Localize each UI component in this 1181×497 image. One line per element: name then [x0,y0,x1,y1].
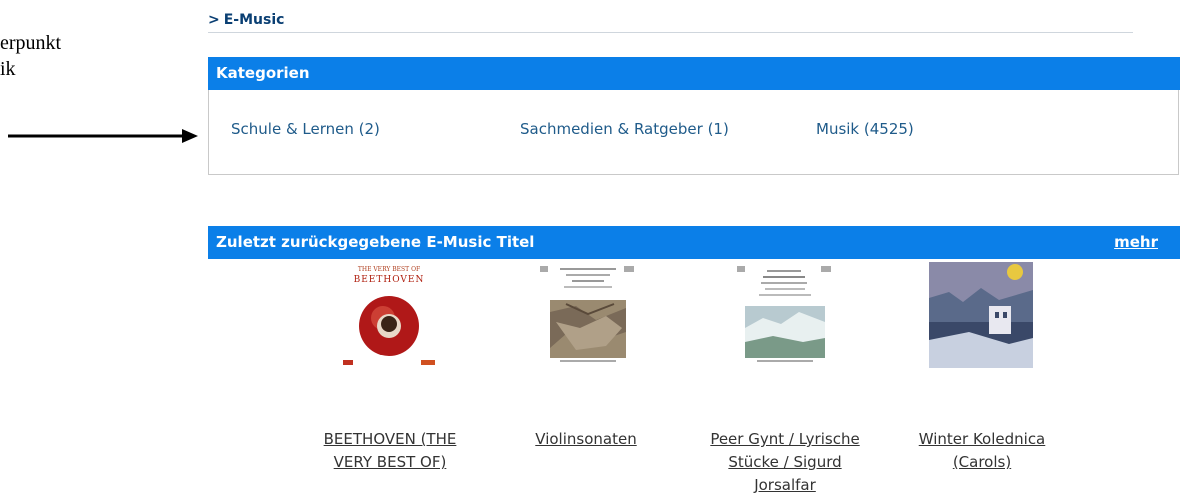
categories-heading: Kategorien [216,64,310,82]
category-link-musik[interactable]: Musik (4525) [816,120,914,138]
title-line: BEETHOVEN (THE [323,430,457,448]
album-cover-beethoven[interactable]: THE VERY BEST OF BEETHOVEN [337,262,441,368]
title-line: VERY BEST OF) [333,453,447,471]
album-title-beethoven[interactable]: BEETHOVEN (THE VERY BEST OF) [300,428,480,474]
recent-titles-header: Zuletzt zurückgegebene E-Music Titel meh… [208,226,1180,259]
annotation-text: erpunkt ik [0,32,62,80]
title-line: Stücke / Sigurd [728,453,842,471]
more-link[interactable]: mehr [1114,226,1158,259]
category-link-sachmedien[interactable]: Sachmedien & Ratgeber (1) [520,120,729,138]
breadcrumb: > E-Music [208,10,1133,33]
title-line: Peer Gynt / Lyrische [710,430,860,448]
categories-header: Kategorien [208,57,1180,90]
album-title-winter-kolednica[interactable]: Winter Kolednica (Carols) [892,428,1072,474]
chevron-right-icon: > [208,12,220,28]
title-line: (Carols) [952,453,1012,471]
album-cover-winter-kolednica[interactable] [929,262,1033,368]
cover-caption: THE VERY BEST OF [358,266,420,273]
cover-name: BEETHOVEN [354,275,425,285]
album-title-violinsonaten[interactable]: Violinsonaten [496,428,676,451]
album-title-peer-gynt[interactable]: Peer Gynt / Lyrische Stücke / Sigurd Jor… [695,428,875,497]
album-cover-violinsonaten[interactable] [536,262,640,368]
breadcrumb-label[interactable]: E-Music [224,12,285,28]
title-line: Jorsalfar [754,476,816,494]
title-line: Winter Kolednica [918,430,1046,448]
album-cover-peer-gynt[interactable] [733,262,837,368]
title-line: Violinsonaten [535,430,637,448]
recent-titles-heading: Zuletzt zurückgegebene E-Music Titel [216,233,535,251]
arrow-right-icon [8,129,198,143]
category-link-schule[interactable]: Schule & Lernen (2) [231,120,380,138]
